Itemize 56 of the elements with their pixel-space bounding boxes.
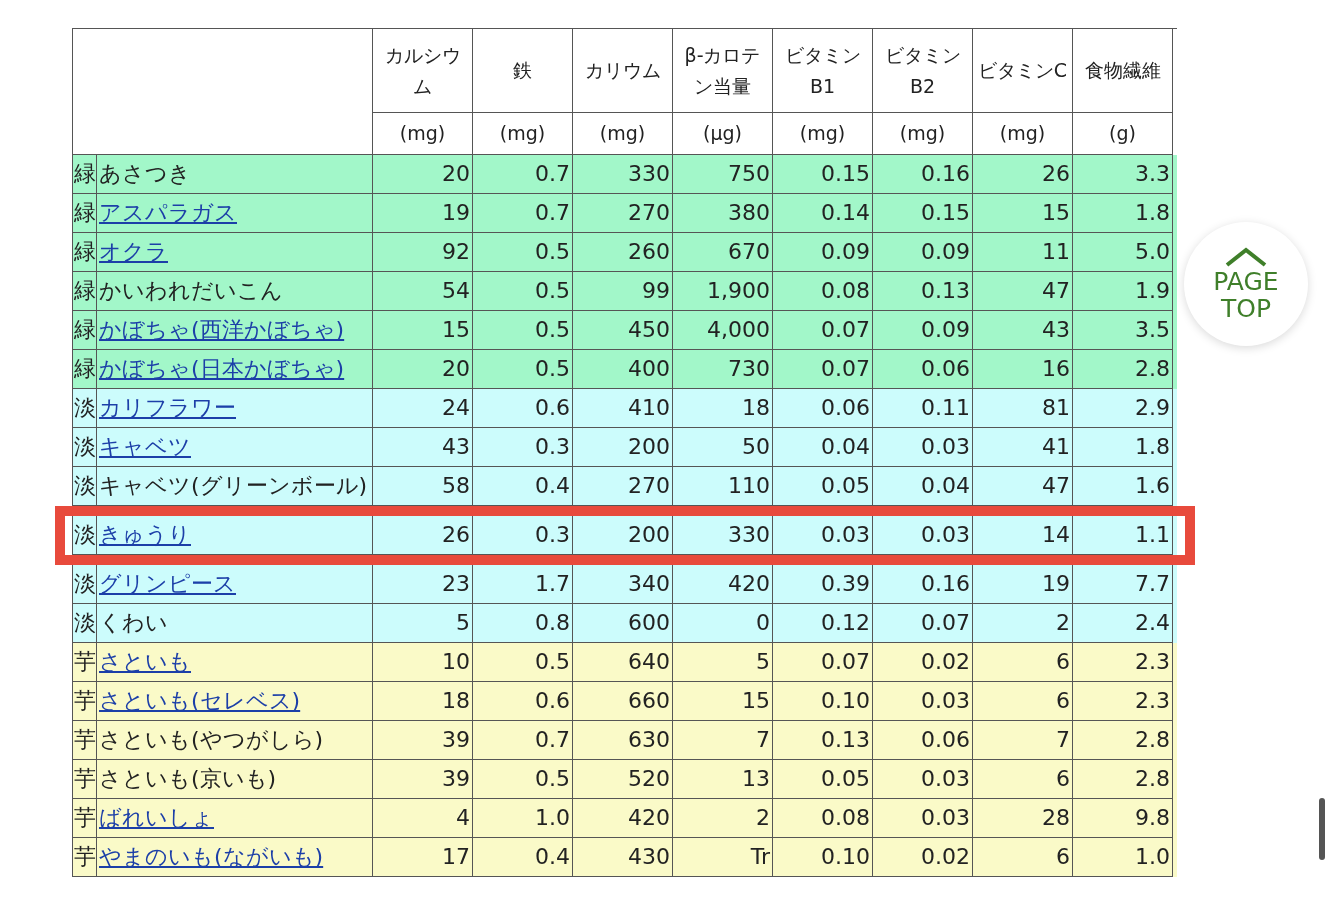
table-cell: 330 bbox=[673, 516, 773, 555]
table-cell: 0.02 bbox=[873, 838, 973, 877]
food-link[interactable]: ばれいしょ bbox=[99, 800, 214, 836]
food-link[interactable]: さといも(セレベス) bbox=[99, 683, 301, 719]
food-link[interactable]: グリンピース bbox=[99, 566, 236, 602]
table-cell: Tr bbox=[673, 838, 773, 877]
column-header: カルシウム bbox=[373, 29, 473, 113]
food-link[interactable]: カリフラワー bbox=[99, 390, 236, 426]
food-link[interactable]: かぼちゃ(日本かぼちゃ) bbox=[99, 351, 345, 387]
table-cell: 6 bbox=[973, 838, 1073, 877]
table-cell: 0.4 bbox=[473, 467, 573, 506]
page-top-button[interactable]: PAGE TOP bbox=[1184, 222, 1308, 346]
table-cell: 270 bbox=[573, 467, 673, 506]
scrollbar bbox=[1319, 798, 1325, 860]
table-cell: 200 bbox=[573, 516, 673, 555]
category-cell: 芋 bbox=[73, 838, 97, 877]
column-header: 鉄 bbox=[473, 29, 573, 113]
column-header: カリウム bbox=[573, 29, 673, 113]
food-link[interactable]: やまのいも(ながいも) bbox=[99, 839, 324, 875]
food-link[interactable]: キャベツ bbox=[99, 429, 191, 465]
food-name: くわい bbox=[99, 609, 168, 638]
category-cell: 淡 bbox=[73, 516, 97, 555]
table-cell: 1.0 bbox=[1073, 838, 1173, 877]
food-name: キャベツ(グリーンボール) bbox=[99, 472, 368, 501]
column-header: ビタミンC bbox=[973, 29, 1073, 113]
food-name: かいわれだいこん bbox=[99, 277, 283, 306]
food-name: さといも(京いも) bbox=[99, 765, 277, 794]
table-cell: 58 bbox=[373, 467, 473, 506]
category-cell: 淡 bbox=[73, 467, 97, 506]
table-cell: 17 bbox=[373, 838, 473, 877]
column-header: ビタミンB2 bbox=[873, 29, 973, 113]
table-cell: 430 bbox=[573, 838, 673, 877]
table-cell: 0.4 bbox=[473, 838, 573, 877]
food-link[interactable]: オクラ bbox=[99, 234, 168, 270]
table-cell: 26 bbox=[373, 516, 473, 555]
food-link[interactable]: かぼちゃ(西洋かぼちゃ) bbox=[99, 312, 345, 348]
table-cell: 0.10 bbox=[773, 838, 873, 877]
table-cell: 0.03 bbox=[873, 516, 973, 555]
food-link[interactable]: きゅうり bbox=[99, 517, 191, 553]
table-cell: 0.04 bbox=[873, 467, 973, 506]
table-cell: 0.05 bbox=[773, 467, 873, 506]
column-header: β-カロテン当量 bbox=[673, 29, 773, 113]
food-name: さといも(やつがしら) bbox=[99, 726, 324, 755]
table-cell: 0.3 bbox=[473, 516, 573, 555]
food-link[interactable]: さといも bbox=[99, 644, 191, 680]
table-cell: 14 bbox=[973, 516, 1073, 555]
chevron-up-icon bbox=[1224, 245, 1268, 268]
column-header: 食物繊維 bbox=[1073, 29, 1173, 113]
table-cell: 1.1 bbox=[1073, 516, 1173, 555]
table-cell: 47 bbox=[973, 467, 1073, 506]
column-header: ビタミンB1 bbox=[773, 29, 873, 113]
food-name: あさつき bbox=[99, 160, 191, 189]
table-cell: 0.03 bbox=[773, 516, 873, 555]
table-cell: 110 bbox=[673, 467, 773, 506]
food-link[interactable]: アスパラガス bbox=[99, 195, 237, 231]
table-cell: 1.6 bbox=[1073, 467, 1173, 506]
